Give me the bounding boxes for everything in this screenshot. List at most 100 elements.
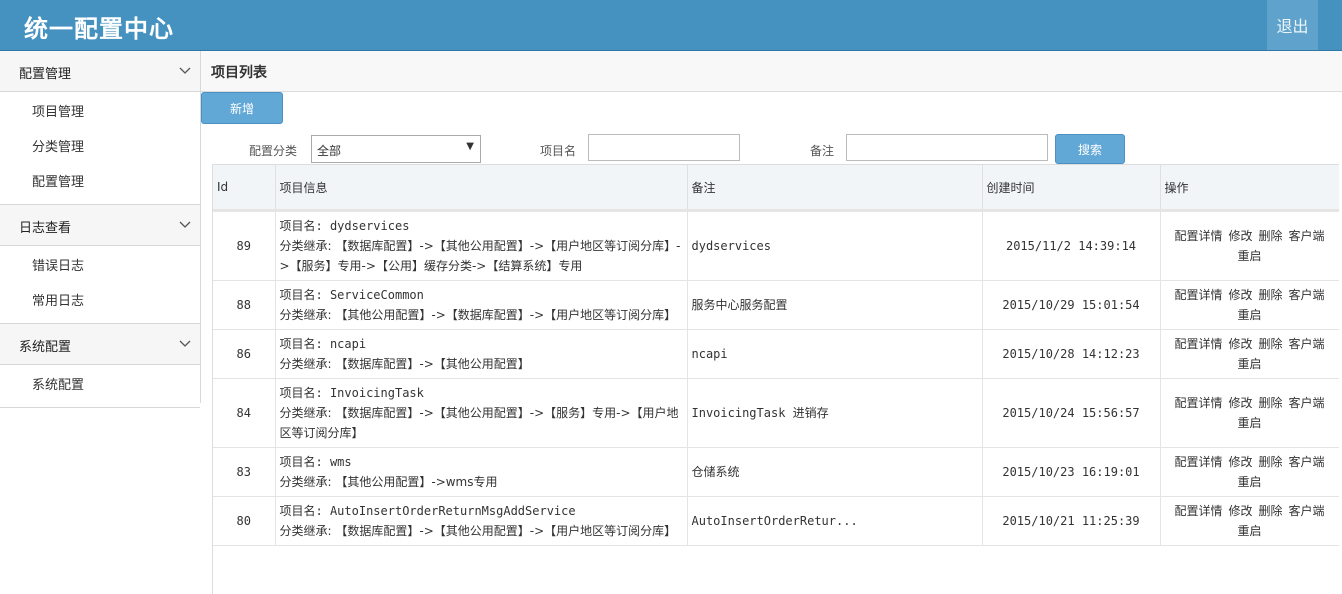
cell-created-time: 2015/10/29 15:01:54 <box>982 280 1161 330</box>
config-detail-link[interactable]: 配置详情 <box>1174 337 1222 351</box>
sidebar-group-logs[interactable]: 日志查看 <box>0 205 200 246</box>
edit-link[interactable]: 修改 <box>1228 396 1252 410</box>
col-header-info: 项目信息 <box>275 165 688 212</box>
cell-remark: 服务中心服务配置 <box>687 280 983 330</box>
config-detail-link[interactable]: 配置详情 <box>1174 504 1222 518</box>
client-link[interactable]: 客户端 <box>1289 504 1325 518</box>
cell-id: 89 <box>213 210 276 281</box>
page-title: 项目列表 <box>211 65 267 81</box>
category-inherit: 分类继承: 【其他公用配置】->【数据库配置】->【用户地区等订阅分库】 <box>279 308 677 322</box>
cell-info: 项目名: ncapi 分类继承: 【数据库配置】->【其他公用配置】 <box>275 329 688 379</box>
add-button[interactable]: 新增 <box>201 92 283 124</box>
logout-button[interactable]: 退出 <box>1267 0 1318 50</box>
delete-link[interactable]: 删除 <box>1259 504 1283 518</box>
cell-remark: dydservices <box>687 210 983 281</box>
client-link[interactable]: 客户端 <box>1289 229 1325 243</box>
delete-link[interactable]: 删除 <box>1259 288 1283 302</box>
breadcrumb: 项目列表 <box>201 51 1342 92</box>
sidebar-item-category[interactable]: 分类管理 <box>0 130 200 165</box>
category-select-value: 全部 <box>317 144 342 158</box>
project-name: 项目名: ServiceCommon <box>279 288 424 302</box>
project-name-input[interactable] <box>588 134 740 161</box>
restart-link[interactable]: 重启 <box>1237 475 1261 489</box>
cell-id: 84 <box>213 378 276 448</box>
category-inherit: 分类继承: 【数据库配置】->【其他公用配置】->【用户地区等订阅分库】 <box>279 524 677 538</box>
remark-input[interactable] <box>846 134 1048 161</box>
cell-id: 80 <box>213 496 276 546</box>
project-name-label: 项目名 <box>540 144 577 158</box>
search-bar: 配置分类 全部 ▼ 项目名 备注 搜索 <box>201 134 1342 164</box>
config-detail-link[interactable]: 配置详情 <box>1174 288 1222 302</box>
client-link[interactable]: 客户端 <box>1289 288 1325 302</box>
sidebar-group-items: 错误日志 常用日志 <box>0 246 200 324</box>
app-header: 统一配置中心 退出 <box>0 0 1342 51</box>
project-name: 项目名: ncapi <box>279 337 367 351</box>
category-inherit: 分类继承: 【其他公用配置】->wms专用 <box>279 475 498 489</box>
client-link[interactable]: 客户端 <box>1289 396 1325 410</box>
cell-remark: 仓储系统 <box>687 447 983 497</box>
table-row: 89 项目名: dydservices 分类继承: 【数据库配置】->【其他公用配置… <box>213 210 1339 281</box>
sidebar-item-system-config[interactable]: 系统配置 <box>0 368 200 403</box>
cell-created-time: 2015/10/23 16:19:01 <box>982 447 1161 497</box>
cell-created-time: 2015/10/21 11:25:39 <box>982 496 1161 546</box>
cell-id: 86 <box>213 329 276 379</box>
cell-actions: 配置详情 修改 删除 客户端重启 <box>1160 496 1339 546</box>
col-header-id: Id <box>213 165 276 212</box>
table-row: 84 项目名: InvoicingTask 分类继承: 【数据库配置】->【其他公用… <box>213 378 1339 448</box>
table-row: 86 项目名: ncapi 分类继承: 【数据库配置】->【其他公用配置】 ncapi… <box>213 329 1339 379</box>
col-header-ops: 操作 <box>1160 165 1339 212</box>
table-row: 80 项目名: AutoInsertOrderReturnMsgAddServic… <box>213 496 1339 546</box>
edit-link[interactable]: 修改 <box>1228 229 1252 243</box>
project-name: 项目名: wms <box>279 455 352 469</box>
restart-link[interactable]: 重启 <box>1237 416 1261 430</box>
edit-link[interactable]: 修改 <box>1228 504 1252 518</box>
cell-info: 项目名: ServiceCommon 分类继承: 【其他公用配置】->【数据库配置… <box>275 280 688 330</box>
cell-created-time: 2015/11/2 14:39:14 <box>982 210 1161 281</box>
category-select[interactable]: 全部 ▼ <box>311 135 481 163</box>
delete-link[interactable]: 删除 <box>1259 229 1283 243</box>
table-row: 88 项目名: ServiceCommon 分类继承: 【其他公用配置】->【数据库… <box>213 280 1339 330</box>
project-name: 项目名: AutoInsertOrderReturnMsgAddService <box>279 504 576 518</box>
sidebar-group-label: 日志查看 <box>19 221 72 236</box>
sidebar-group-system[interactable]: 系统配置 <box>0 324 200 365</box>
main-content: 项目列表 新增 配置分类 全部 ▼ 项目名 备注 搜索 Id 项目信息 备注 创… <box>201 51 1342 594</box>
restart-link[interactable]: 重启 <box>1237 308 1261 322</box>
sidebar: 配置管理 项目管理 分类管理 配置管理 日志查看 错误日志 常用日志 系统配置 … <box>0 51 201 408</box>
cell-actions: 配置详情 修改 删除 客户端重启 <box>1160 280 1339 330</box>
client-link[interactable]: 客户端 <box>1289 337 1325 351</box>
edit-link[interactable]: 修改 <box>1228 455 1252 469</box>
search-button[interactable]: 搜索 <box>1055 134 1125 164</box>
sidebar-item-common-log[interactable]: 常用日志 <box>0 284 200 319</box>
restart-link[interactable]: 重启 <box>1237 524 1261 538</box>
sidebar-item-project[interactable]: 项目管理 <box>0 95 200 130</box>
cell-info: 项目名: InvoicingTask 分类继承: 【数据库配置】->【其他公用配置… <box>275 378 688 448</box>
sidebar-group-config[interactable]: 配置管理 <box>0 51 200 92</box>
delete-link[interactable]: 删除 <box>1259 455 1283 469</box>
sidebar-item-config[interactable]: 配置管理 <box>0 165 200 200</box>
config-detail-link[interactable]: 配置详情 <box>1174 229 1222 243</box>
delete-link[interactable]: 删除 <box>1259 337 1283 351</box>
cell-remark: ncapi <box>687 329 983 379</box>
config-detail-link[interactable]: 配置详情 <box>1174 455 1222 469</box>
category-inherit: 分类继承: 【数据库配置】->【其他公用配置】->【服务】专用->【用户地区等订… <box>279 406 679 440</box>
edit-link[interactable]: 修改 <box>1228 288 1252 302</box>
sidebar-group-items: 系统配置 <box>0 365 200 408</box>
sidebar-group-label: 配置管理 <box>19 67 72 82</box>
restart-link[interactable]: 重启 <box>1237 357 1261 371</box>
category-label: 配置分类 <box>249 144 298 158</box>
cell-actions: 配置详情 修改 删除 客户端重启 <box>1160 447 1339 497</box>
chevron-down-icon <box>179 221 191 228</box>
delete-link[interactable]: 删除 <box>1259 396 1283 410</box>
table-header-row: Id 项目信息 备注 创建时间 操作 <box>213 165 1339 212</box>
restart-link[interactable]: 重启 <box>1237 249 1261 263</box>
col-header-time: 创建时间 <box>982 165 1161 212</box>
project-table: Id 项目信息 备注 创建时间 操作 89 项目名: dydservices 分类继… <box>212 164 1339 594</box>
edit-link[interactable]: 修改 <box>1228 337 1252 351</box>
cell-created-time: 2015/10/28 14:12:23 <box>982 329 1161 379</box>
sidebar-item-error-log[interactable]: 错误日志 <box>0 249 200 284</box>
chevron-down-icon <box>179 67 191 74</box>
cell-info: 项目名: wms 分类继承: 【其他公用配置】->wms专用 <box>275 447 688 497</box>
dropdown-arrow-icon: ▼ <box>466 141 474 152</box>
config-detail-link[interactable]: 配置详情 <box>1174 396 1222 410</box>
client-link[interactable]: 客户端 <box>1289 455 1325 469</box>
